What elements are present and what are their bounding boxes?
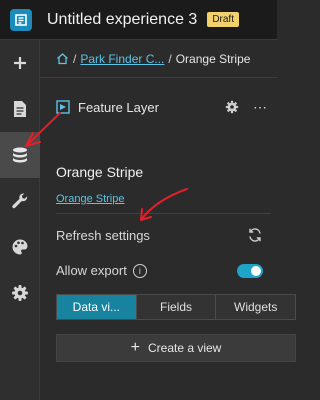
tab-widgets[interactable]: Widgets [215,295,296,319]
page-icon [14,101,26,117]
refresh-settings-row: Refresh settings [56,227,263,243]
divider [56,213,271,214]
more-options-icon[interactable]: ⋯ [253,99,267,116]
plus-icon: + [130,339,140,356]
layer-type-row: Feature Layer ⋯ [56,98,267,116]
data-settings-panel: / Park Finder C... / Orange Stripe Featu… [40,40,296,400]
refresh-icon[interactable] [247,227,263,243]
breadcrumb-separator: / [168,51,172,66]
theme-button[interactable] [0,224,40,270]
wrench-icon [12,193,28,209]
allow-export-row: Allow export i [56,263,263,278]
layer-type-label: Feature Layer [78,99,159,115]
breadcrumb-parent-link[interactable]: Park Finder C... [80,52,164,66]
settings-button[interactable] [0,270,40,316]
breadcrumb-separator: / [73,51,77,66]
tab-data-views[interactable]: Data vi... [57,295,136,319]
experience-builder-logo[interactable] [10,8,32,31]
info-icon[interactable]: i [132,263,147,278]
layer-name: Orange Stripe [56,164,144,180]
allow-export-label: Allow export [56,263,127,278]
tools-button[interactable] [0,178,40,224]
allow-export-toggle[interactable] [237,263,263,278]
plus-icon [14,57,26,69]
data-button[interactable] [0,132,40,178]
tab-fields[interactable]: Fields [135,295,216,319]
create-view-button[interactable]: + Create a view [56,334,296,362]
experience-title[interactable]: Untitled experience 3 [47,11,197,29]
status-badge: Draft [207,12,239,27]
gear-icon[interactable] [225,100,239,114]
layer-source-link[interactable]: Orange Stripe [56,193,124,205]
breadcrumb-current: Orange Stripe [175,51,251,66]
database-icon [13,147,27,163]
page-button[interactable] [0,86,40,132]
refresh-settings-label: Refresh settings [56,227,150,243]
breadcrumb: / Park Finder C... / Orange Stripe [40,40,277,78]
feature-layer-icon [56,100,70,114]
view-tabs: Data vi... Fields Widgets [56,294,296,320]
gear-icon [12,285,28,301]
app-header: Untitled experience 3 Draft [0,0,277,40]
create-view-label: Create a view [147,341,222,355]
palette-icon [12,239,28,255]
home-icon[interactable] [56,52,69,65]
left-toolbar [0,40,40,400]
insert-widget-button[interactable] [0,40,40,86]
